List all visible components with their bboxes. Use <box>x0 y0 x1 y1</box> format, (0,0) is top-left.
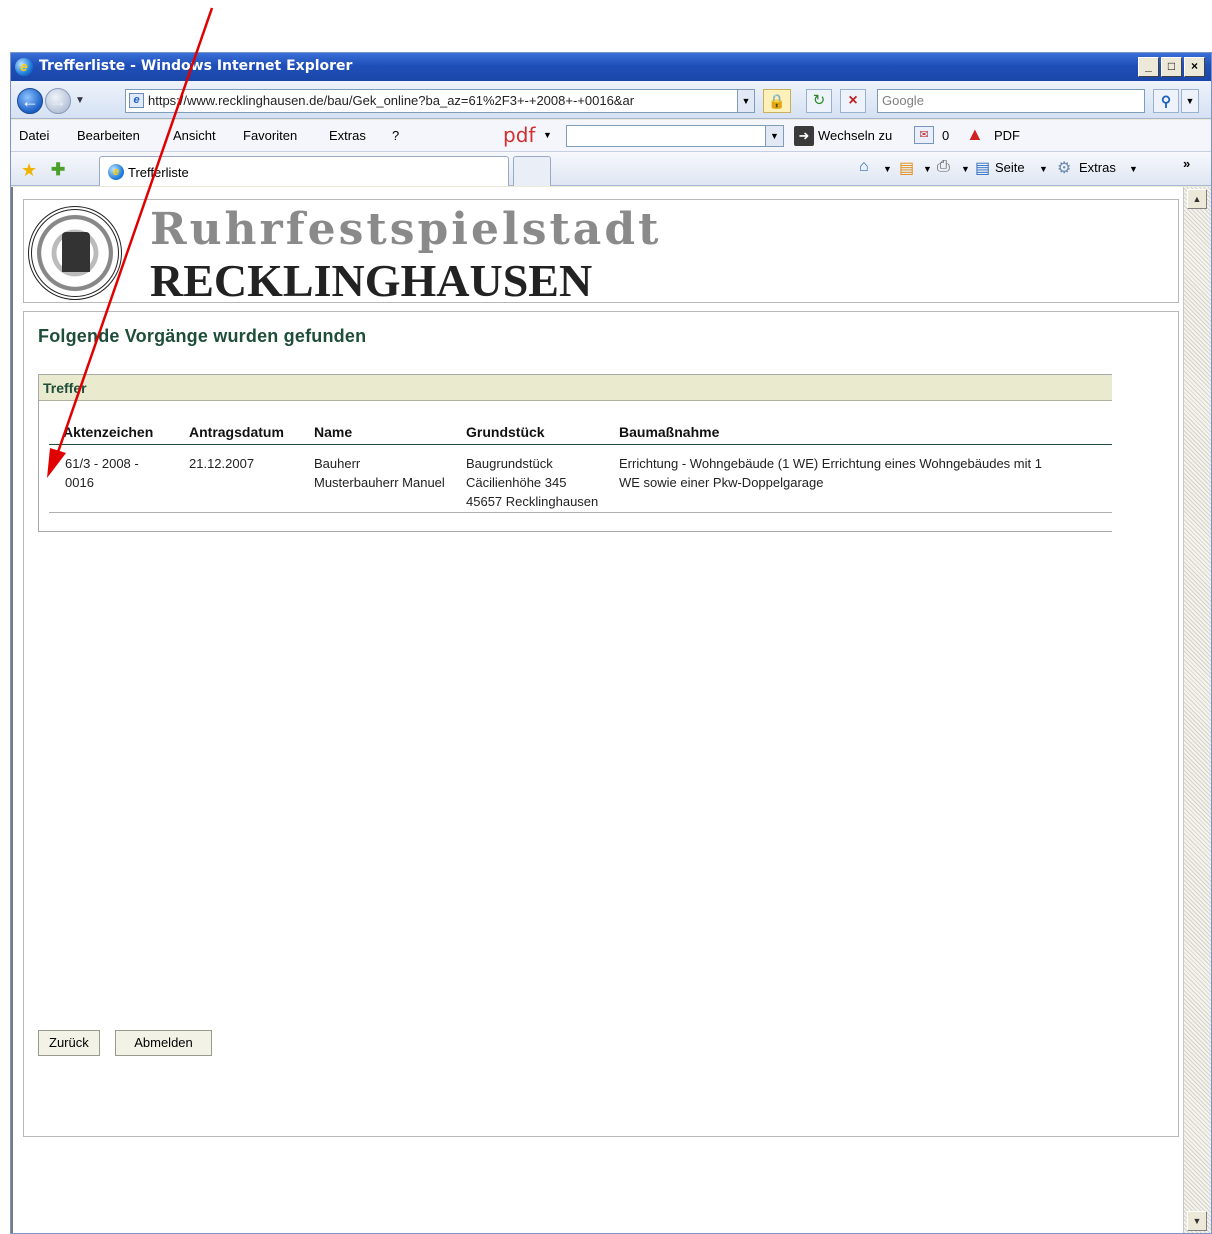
favorites-bar: ★ ✚ e Trefferliste ⌂ ▼ ▤ ▼ ⎙ ▼ ▤ Seite ▼… <box>11 152 1211 186</box>
print-icon[interactable]: ⎙ <box>937 158 950 176</box>
stop-button[interactable]: × <box>840 89 866 113</box>
menu-extras[interactable]: Extras <box>329 128 366 143</box>
back-button[interactable]: ← <box>17 88 43 114</box>
go-arrow-icon[interactable]: ➜ <box>794 126 814 146</box>
browser-window: e Trefferliste - Windows Internet Explor… <box>10 52 1212 1234</box>
menu-bar: Datei Bearbeiten Ansicht Favoriten Extra… <box>11 120 1211 152</box>
add-favorite-icon[interactable]: ✚ <box>51 160 65 180</box>
menu-favoriten[interactable]: Favoriten <box>243 128 297 143</box>
tab-label: Trefferliste <box>128 165 189 180</box>
logo-line-2: RECKLINGHAUSEN <box>150 255 593 306</box>
city-seal-logo <box>28 206 122 300</box>
pdf-combo-box[interactable]: ▼ <box>566 125 784 147</box>
wechseln-zu-button[interactable]: Wechseln zu <box>818 128 892 143</box>
feeds-dropdown-icon[interactable]: ▼ <box>923 164 932 174</box>
combo-dropdown-icon[interactable]: ▼ <box>765 126 783 146</box>
back-link-button[interactable]: Zurück <box>38 1030 100 1056</box>
content-panel: Folgende Vorgänge wurden gefunden Treffe… <box>23 311 1179 1137</box>
aktenzeichen-line-2[interactable]: 0016 <box>65 473 139 492</box>
ie-logo-icon: e <box>15 58 33 76</box>
aktenzeichen-line-1[interactable]: 61/3 - 2008 - <box>65 454 139 473</box>
results-table: Treffer Aktenzeichen Antragsdatum Name G… <box>38 374 1112 532</box>
menu-bearbeiten[interactable]: Bearbeiten <box>77 128 140 143</box>
grundstueck-line-3: 45657 Recklinghausen <box>466 494 599 509</box>
grundstueck-line-1: Baugrundstück <box>466 456 553 471</box>
scroll-up-icon[interactable]: ▲ <box>1187 189 1207 209</box>
pdf-dropdown-icon[interactable]: ▼ <box>543 130 552 140</box>
tab-trefferliste[interactable]: e Trefferliste <box>99 156 509 186</box>
seite-dropdown-icon[interactable]: ▼ <box>1039 164 1048 174</box>
column-antragsdatum: Antragsdatum <box>189 424 284 440</box>
logo-line-1: Ruhrfestspielstadt <box>150 204 662 255</box>
page-viewport: Ruhrfestspielstadt RECKLINGHAUSEN Folgen… <box>11 187 1183 1233</box>
feeds-icon[interactable]: ▤ <box>899 158 914 178</box>
history-dropdown-icon[interactable]: ▼ <box>75 95 85 106</box>
url-text: https://www.recklinghausen.de/bau/Gek_on… <box>148 93 635 108</box>
url-input[interactable]: e https://www.recklinghausen.de/bau/Gek_… <box>125 89 739 113</box>
minimize-button[interactable]: _ <box>1138 57 1159 77</box>
column-name: Name <box>314 424 353 440</box>
page-menu-icon[interactable]: ▤ <box>975 158 990 178</box>
row-expand-arrow-icon[interactable] <box>51 458 57 468</box>
menu-ansicht[interactable]: Ansicht <box>173 128 216 143</box>
page-title: Folgende Vorgänge wurden gefunden <box>38 326 367 346</box>
grundstueck-line-2: Cäcilienhöhe 345 <box>466 475 567 490</box>
home-icon[interactable]: ⌂ <box>859 158 869 176</box>
results-section-label: Treffer <box>43 380 87 396</box>
name-line-1: Bauherr <box>314 456 361 471</box>
close-button[interactable]: × <box>1184 57 1205 77</box>
mail-icon[interactable]: ✉ <box>914 126 934 144</box>
page-icon: e <box>129 93 144 108</box>
cell-name: Bauherr Musterbauherr Manuel <box>314 454 445 492</box>
forward-button[interactable]: → <box>45 88 71 114</box>
baumassnahme-line-2: WE sowie einer Pkw-Doppelgarage <box>619 475 824 490</box>
extras-dropdown-icon[interactable]: ▼ <box>1129 164 1138 174</box>
home-dropdown-icon[interactable]: ▼ <box>883 164 892 174</box>
pdf-button[interactable]: PDF <box>994 128 1020 143</box>
print-dropdown-icon[interactable]: ▼ <box>961 164 970 174</box>
cell-grundstueck: Baugrundstück Cäcilienhöhe 345 45657 Rec… <box>466 454 598 511</box>
window-controls: _ □ × <box>1138 57 1205 77</box>
menu-help[interactable]: ? <box>392 128 399 143</box>
window-title: Trefferliste - Windows Internet Explorer <box>39 58 353 74</box>
row-divider <box>49 512 1112 513</box>
seite-menu[interactable]: Seite <box>995 160 1025 175</box>
search-options-dropdown-icon[interactable]: ▼ <box>1181 89 1199 113</box>
new-tab-button[interactable] <box>513 156 551 186</box>
vertical-scrollbar[interactable]: ▲ ▼ <box>1183 187 1211 1233</box>
column-baumassnahme: Baumaßnahme <box>619 424 720 440</box>
favorites-star-icon[interactable]: ★ <box>21 160 37 181</box>
url-dropdown-icon[interactable]: ▼ <box>737 89 755 113</box>
pdf-icon[interactable]: ▲ <box>966 124 984 145</box>
lock-icon[interactable]: 🔒 <box>763 89 791 113</box>
chevron-more-icon[interactable]: » <box>1183 156 1190 171</box>
column-aktenzeichen: Aktenzeichen <box>63 424 154 440</box>
pdf-toolbar-logo[interactable]: pdf <box>503 123 535 147</box>
tools-gear-icon[interactable]: ⚙ <box>1057 158 1071 178</box>
title-bar: e Trefferliste - Windows Internet Explor… <box>11 53 1211 81</box>
menu-datei[interactable]: Datei <box>19 128 49 143</box>
results-header-band: Treffer <box>39 375 1112 401</box>
logout-button[interactable]: Abmelden <box>115 1030 212 1056</box>
mail-count: 0 <box>942 128 950 143</box>
name-line-2: Musterbauherr Manuel <box>314 475 445 490</box>
search-input[interactable]: Google <box>877 89 1145 113</box>
cell-aktenzeichen[interactable]: 61/3 - 2008 - 0016 <box>65 454 139 492</box>
logo-header: Ruhrfestspielstadt RECKLINGHAUSEN <box>23 199 1179 306</box>
scroll-down-icon[interactable]: ▼ <box>1187 1211 1207 1231</box>
tab-ie-icon: e <box>108 164 124 180</box>
column-grundstueck: Grundstück <box>466 424 545 440</box>
extras-menu[interactable]: Extras <box>1079 160 1116 175</box>
refresh-button[interactable]: ↻ <box>806 89 832 113</box>
cell-baumassnahme: Errichtung - Wohngebäude (1 WE) Errichtu… <box>619 454 1042 492</box>
maximize-button[interactable]: □ <box>1161 57 1182 77</box>
header-divider <box>49 444 1112 445</box>
cell-antragsdatum: 21.12.2007 <box>189 456 255 471</box>
address-bar: ← → ▼ e https://www.recklinghausen.de/ba… <box>11 81 1211 119</box>
search-icon[interactable]: ⚲ <box>1153 89 1179 113</box>
baumassnahme-line-1: Errichtung - Wohngebäude (1 WE) Errichtu… <box>619 456 1042 471</box>
